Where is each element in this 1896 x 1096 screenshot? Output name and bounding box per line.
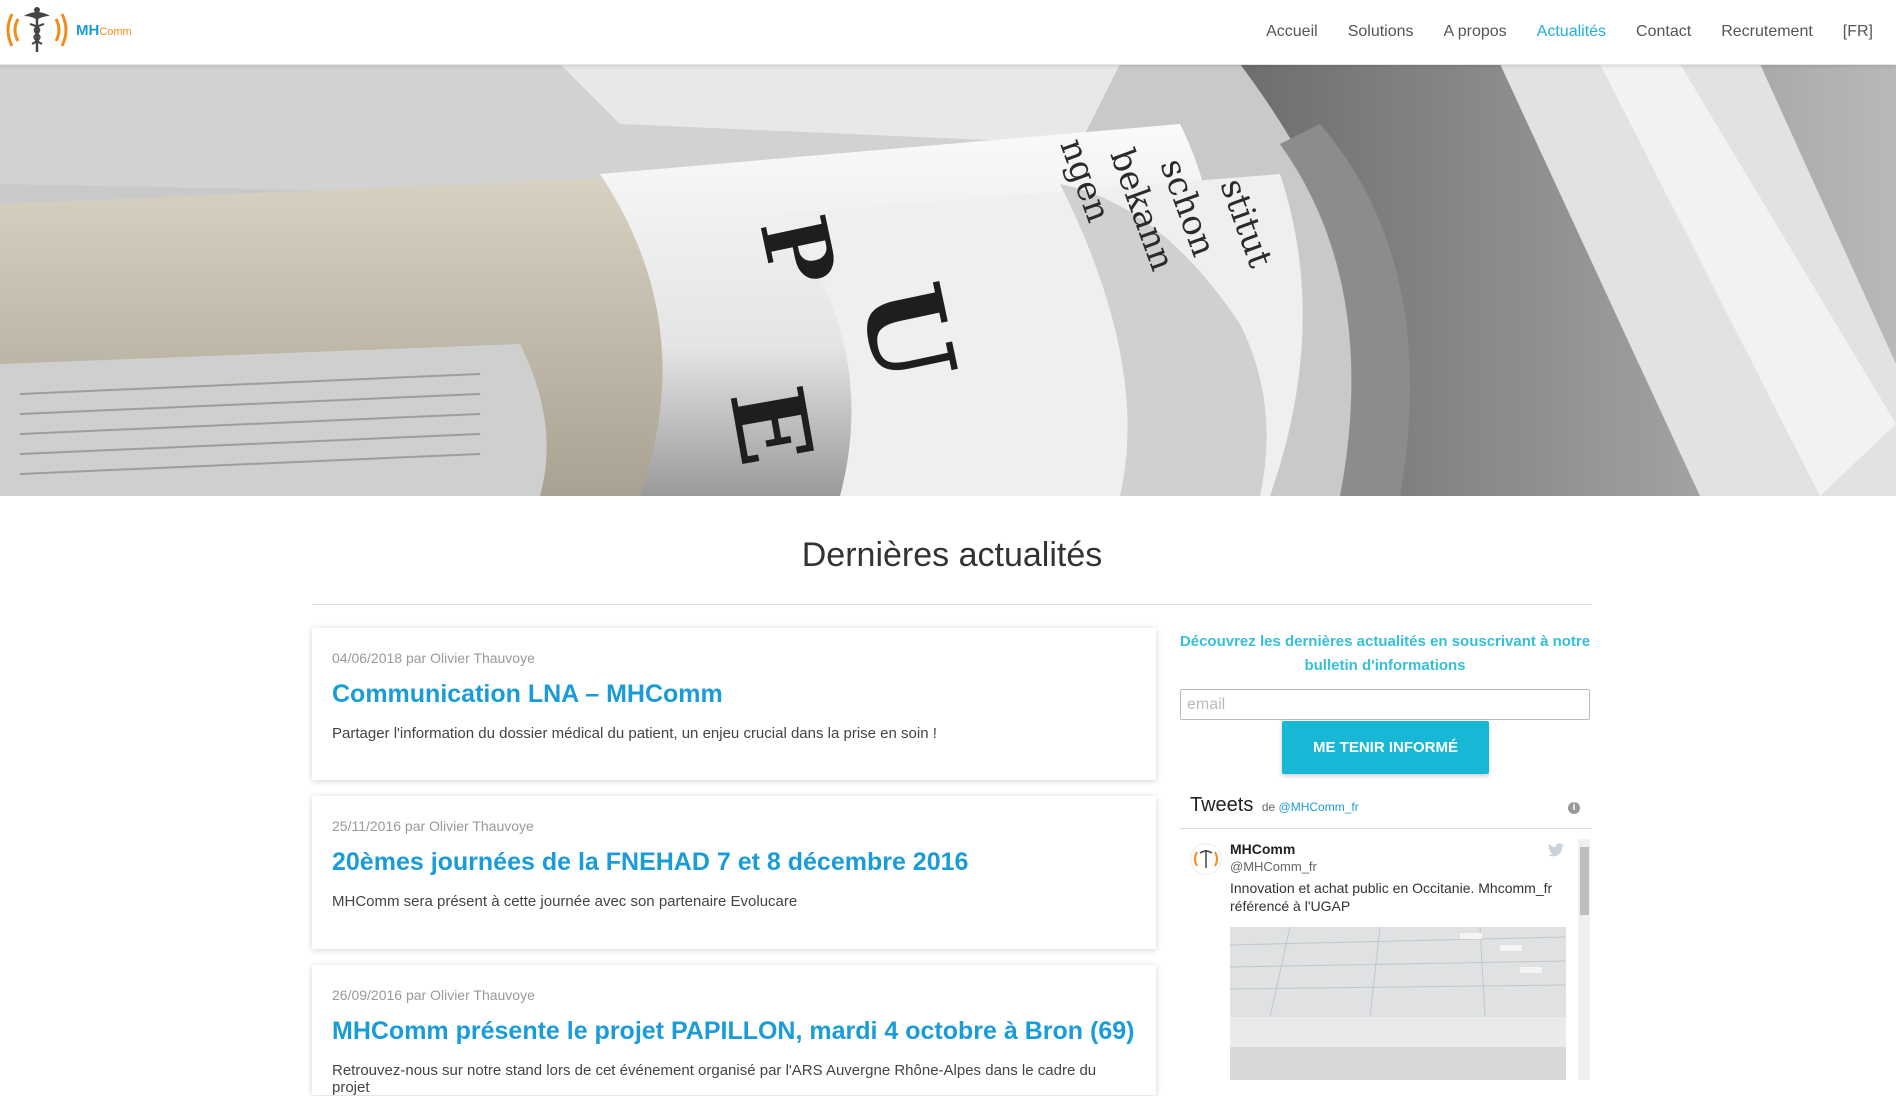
post-meta: 04/06/2018 par Olivier Thauvoye (332, 650, 535, 666)
logo-wordmark: MHComm (76, 22, 132, 39)
news-post: 26/09/2016 par Olivier Thauvoye MHComm p… (312, 965, 1156, 1096)
site-header: MHComm Accueil Solutions A propos Actual… (0, 0, 1896, 65)
newspapers-illustration: stitut schon bekann ngen U E P (0, 64, 1896, 496)
post-excerpt: Partager l'information du dossier médica… (332, 725, 937, 742)
news-post: 25/11/2016 par Olivier Thauvoye 20èmes j… (312, 796, 1156, 949)
office-photo (1230, 927, 1566, 1080)
newsletter-prompt: Découvrez les dernières actualités en so… (1179, 633, 1591, 674)
scrollbar-thumb[interactable] (1580, 847, 1589, 915)
post-title-link[interactable]: 20èmes journées de la FNEHAD 7 et 8 déce… (332, 848, 1136, 877)
post-meta: 26/09/2016 par Olivier Thauvoye (332, 987, 535, 1003)
twitter-widget-header: Tweets de @MHComm_fr i (1190, 794, 1580, 822)
subscribe-button[interactable]: ME TENIR INFORMÉ (1282, 721, 1489, 774)
nav-item-solutions[interactable]: Solutions (1333, 23, 1429, 41)
post-title-link[interactable]: MHComm présente le projet PAPILLON, mard… (332, 1017, 1136, 1046)
caduceus-logo-icon (6, 7, 68, 52)
post-meta: 25/11/2016 par Olivier Thauvoye (332, 818, 534, 834)
logo-text-comm: Comm (99, 25, 132, 38)
timeline-scrollbar[interactable] (1578, 839, 1590, 1080)
news-post: 04/06/2018 par Olivier Thauvoye Communic… (312, 628, 1156, 780)
nav-item-recrutement[interactable]: Recrutement (1706, 23, 1828, 41)
logo-text-mh: MH (76, 21, 100, 39)
post-title-link[interactable]: Communication LNA – MHComm (332, 680, 1136, 709)
nav-item-accueil[interactable]: Accueil (1251, 23, 1333, 41)
title-divider (312, 604, 1592, 605)
tweets-by: de @MHComm_fr (1262, 800, 1359, 814)
main-nav: Accueil Solutions A propos Actualités Co… (1251, 0, 1888, 64)
post-excerpt: MHComm sera présent à cette journée avec… (332, 893, 798, 910)
tweet-author-name[interactable]: MHComm (1230, 841, 1295, 857)
twitter-timeline: MHComm @MHComm_fr Innovation et achat pu… (1180, 828, 1592, 1080)
tweets-handle-link[interactable]: @MHComm_fr (1279, 800, 1359, 814)
avatar[interactable] (1190, 843, 1222, 875)
tweets-by-prefix: de (1261, 800, 1276, 814)
mhcomm-avatar-icon (1194, 850, 1218, 868)
nav-item-contact[interactable]: Contact (1621, 23, 1706, 41)
hero-banner-image: stitut schon bekann ngen U E P (0, 64, 1896, 496)
nav-item-a-propos[interactable]: A propos (1429, 23, 1522, 41)
newsletter-email-input[interactable] (1180, 689, 1590, 720)
tweet-media-image[interactable] (1230, 927, 1566, 1080)
site-logo[interactable]: MHComm (2, 4, 142, 56)
tweet-text: Innovation et achat public en Occitanie.… (1230, 880, 1553, 914)
page-title: Dernières actualités (801, 536, 1103, 574)
tweets-title: Tweets (1190, 794, 1254, 816)
twitter-bird-icon[interactable] (1548, 843, 1564, 857)
language-selector[interactable]: [FR] (1828, 23, 1888, 41)
info-icon[interactable]: i (1568, 802, 1580, 814)
nav-item-actualites[interactable]: Actualités (1522, 23, 1621, 41)
tweet-author-handle[interactable]: @MHComm_fr (1230, 859, 1317, 874)
post-excerpt: Retrouvez-nous sur notre stand lors de c… (332, 1062, 1097, 1096)
